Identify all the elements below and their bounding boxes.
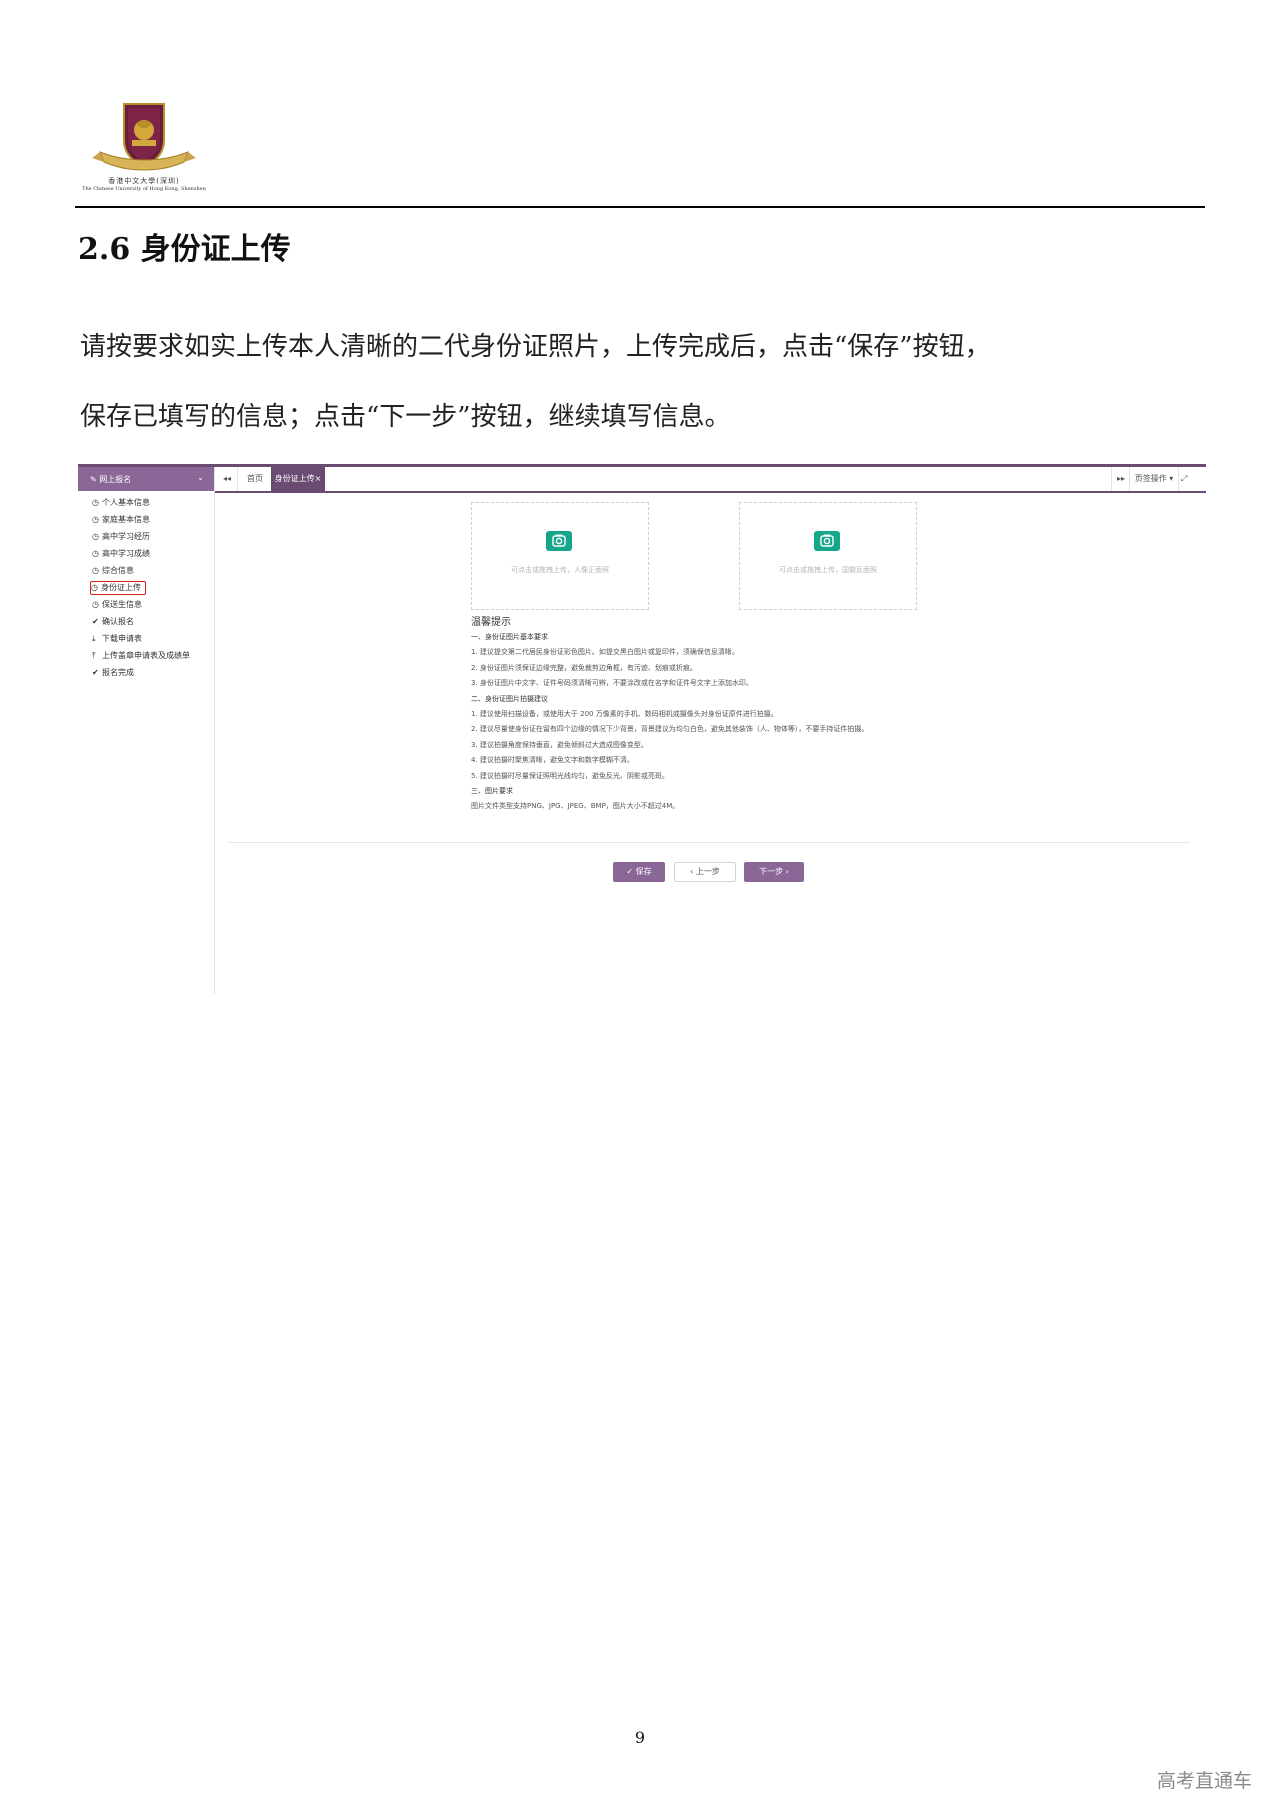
sidebar: ✎ 网上报名 ⌄ ◷ 个人基本信息 ◷ 家庭基本信息 ◷ 高中学习经历 ◷ 高中学习成绩… [78,467,215,994]
upload-icon: ⤒ [92,651,96,660]
edit-icon: ✎ [90,475,100,484]
clock-icon: ◷ [92,532,99,541]
caret-down-icon: ▾ [1166,474,1174,483]
tab-scroll-left-icon[interactable]: ◂◂ [223,474,231,483]
sidebar-item-label: 综合信息 [102,566,134,575]
sidebar-title: 网上报名 [99,475,132,484]
tip-line: 图片文件类型支持PNG、JPG、JPEG、BMP，图片大小不超过4M。 [471,802,680,811]
check-icon: ✔ [92,617,99,626]
tips-panel: 温馨提示 一、身份证图片基本要求 1. 建议提交第二代居民身份证彩色图片。如提交… [471,616,1191,815]
sidebar-item-label: 身份证上传 [101,583,141,592]
instruction-paragraph-2: 保存已填写的信息；点击“下一步”按钮，继续填写信息。 [80,402,731,432]
download-icon: ⤓ [92,634,96,643]
camera-icon [546,531,572,551]
separator-dot: · [916,560,919,569]
instruction-paragraph-1: 请按要求如实上传本人清晰的二代身份证照片，上传完成后，点击“保存”按钮， [80,332,991,362]
clock-icon: ◷ [92,515,99,524]
tip-line: 4. 建议拍摄时聚焦清晰，避免文字和数字模糊不清。 [471,756,634,765]
close-icon[interactable]: × [315,474,322,483]
tip-line: 3. 身份证图片中文字、证件号码须清晰可辨，不要涂改或在名字和证件号文字上添加水… [471,679,753,688]
sidebar-item-study-history[interactable]: ◷ 高中学习经历 [92,531,150,543]
clock-icon: ◷ [92,498,99,507]
content-divider [228,842,1190,843]
clock-icon: ◷ [92,566,99,575]
sidebar-item-label: 保送生信息 [102,600,142,609]
tip-line: 1. 建议使用扫描设备，或使用大于 200 万像素的手机、数码相机或摄像头对身份… [471,709,778,718]
tip-line: 5. 建议拍摄时尽量保证照明光线均匀，避免反光、阴影或亮斑。 [471,771,669,780]
clock-icon: ◷ [91,583,98,592]
tab-operations-label: 页签操作 [1134,474,1167,483]
sidebar-item-label: 家庭基本信息 [102,515,150,524]
clock-icon: ◷ [92,549,99,558]
logo-chinese-name: 香港中文大學(深圳) [108,177,180,185]
crest-icon [92,103,196,171]
sidebar-item-download-form[interactable]: ⤓ 下载申请表 [92,633,142,645]
id-back-upload-box[interactable]: 可点击或拖拽上传，国徽反面照 [739,502,917,610]
logo-english-name: The Chinese University of Hong Kong, She… [82,186,206,192]
sidebar-item-label: 个人基本信息 [102,498,150,507]
sidebar-header[interactable]: ✎ 网上报名 ⌄ [78,467,214,491]
clock-icon: ◷ [92,600,99,609]
previous-step-button[interactable]: ‹ 上一步 [674,862,736,882]
sidebar-item-label: 下载申请表 [102,634,142,643]
id-front-upload-box[interactable]: 可点击或拖拽上传，人像正面照 [471,502,649,610]
tab-bar: ◂◂ 首页 身份证上传× ▸▸ 页签操作 ▾ ⤢ [215,467,1206,493]
tab-operations-dropdown[interactable]: 页签操作 ▾ [1129,467,1179,491]
tip-heading: 一、身份证图片基本要求 [471,633,548,641]
page-number: 9 [634,1728,646,1747]
sidebar-item-upload-stamped[interactable]: ⤒ 上传盖章申请表及成绩单 [92,650,190,662]
sidebar-item-id-upload[interactable]: ◷ 身份证上传 [90,581,146,595]
separator-dot: · [648,560,651,569]
tab-id-upload[interactable]: 身份证上传× [271,467,325,491]
tab-home[interactable]: 首页 [237,467,273,491]
tips-title: 温馨提示 [471,617,511,628]
tip-heading: 三、图片要求 [471,786,513,795]
next-step-button[interactable]: 下一步 › [744,862,804,882]
tip-line: 3. 建议拍摄角度保持垂直，避免倾斜过大造成图像变型。 [471,740,648,749]
camera-icon [814,531,840,551]
tip-line: 2. 建议尽量使身份证在留有四个边缘的情况下少背景，背景建议为均匀白色，避免其他… [471,725,869,734]
chevron-down-icon[interactable]: ⌄ [197,473,204,482]
fullscreen-icon[interactable]: ⤢ [1181,474,1187,484]
sidebar-item-label: 确认报名 [102,617,134,626]
upload-hint: 可点击或拖拽上传，国徽反面照 [779,566,877,574]
sidebar-item-label: 报名完成 [102,668,134,677]
sidebar-item-label: 高中学习经历 [102,532,150,541]
university-logo: 香港中文大學(深圳) The Chinese University of Hon… [80,100,208,198]
section-title: 2.6 身份证上传 [78,232,291,267]
save-button[interactable]: ✓ 保存 [613,862,665,882]
sidebar-item-label: 上传盖章申请表及成绩单 [102,651,190,660]
tab-label: 身份证上传 [274,474,315,483]
tip-line: 1. 建议提交第二代居民身份证彩色图片。如提交黑白图片或复印件，须确保信息清晰。 [471,648,739,657]
check-icon: ✔ [92,668,99,677]
upload-hint: 可点击或拖拽上传，人像正面照 [511,566,609,574]
watermark: 高考直通车 [1156,1770,1252,1792]
header-divider [75,206,1205,208]
tip-line: 2. 身份证图片须保证边缘完整，避免裁剪边角框，有污迹、划痕或折痕。 [471,663,697,672]
sidebar-item-family-info[interactable]: ◷ 家庭基本信息 [92,514,150,526]
sidebar-item-recommended-student[interactable]: ◷ 保送生信息 [92,599,142,611]
sidebar-item-grades[interactable]: ◷ 高中学习成绩 [92,548,150,560]
tip-heading: 二、身份证图片拍摄建议 [471,694,548,703]
sidebar-item-confirm[interactable]: ✔ 确认报名 [92,616,134,628]
sidebar-item-label: 高中学习成绩 [102,549,150,558]
tab-scroll-right-icon[interactable]: ▸▸ [1111,467,1130,491]
sidebar-item-complete[interactable]: ✔ 报名完成 [92,667,134,679]
embedded-screenshot: ✎ 网上报名 ⌄ ◷ 个人基本信息 ◷ 家庭基本信息 ◷ 高中学习经历 ◷ 高中学习成绩… [78,464,1206,994]
sidebar-item-general-info[interactable]: ◷ 综合信息 [92,565,134,577]
sidebar-item-personal-info[interactable]: ◷ 个人基本信息 [92,497,150,509]
